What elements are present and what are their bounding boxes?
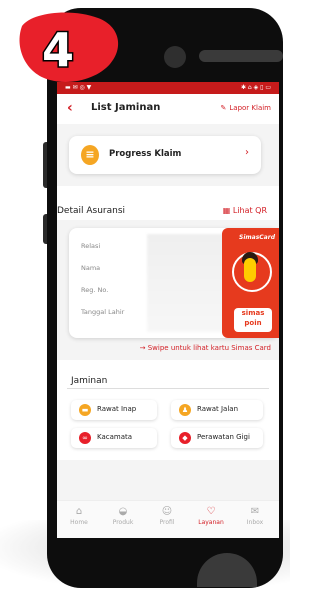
- nav-inbox-label: Inbox: [246, 519, 264, 526]
- home-icon: ⌂: [75, 506, 83, 517]
- step-number: 4: [42, 23, 74, 77]
- front-camera: [164, 46, 186, 68]
- bed-icon: ▬: [79, 404, 91, 416]
- jaminan-perawatan-gigi[interactable]: ◆ Perawatan Gigi: [171, 428, 263, 448]
- lapor-klaim-link[interactable]: ✎ Lapor Klaim: [221, 104, 271, 112]
- user-icon: ☺: [161, 506, 173, 517]
- nav-produk-label: Produk: [112, 519, 134, 526]
- bottom-nav: ⌂ Home ◒ Produk ☺ Profil ♡ Layanan ✉ Inb…: [57, 500, 279, 538]
- simas-poin-logo: simas poin: [234, 308, 272, 332]
- tooth-icon: ◆: [179, 432, 191, 444]
- redacted-values: [147, 234, 227, 332]
- nav-home-label: Home: [70, 519, 88, 526]
- mail-icon: ✉: [250, 506, 260, 517]
- simas-logo-line2: poin: [244, 319, 262, 327]
- lihat-qr-label: Lihat QR: [232, 206, 267, 215]
- simas-logo-line1: simas: [241, 309, 265, 317]
- side-button-lower: [43, 214, 47, 244]
- perawatan-gigi-label: Perawatan Gigi: [197, 433, 250, 441]
- nav-layanan[interactable]: ♡ Layanan: [189, 505, 233, 526]
- field-relasi-label: Relasi: [81, 242, 101, 250]
- home-hardware-button[interactable]: [197, 553, 257, 587]
- walk-icon: ♟: [179, 404, 191, 416]
- field-nama-label: Nama: [81, 264, 101, 272]
- heart-shield-icon: ♡: [206, 506, 216, 517]
- simas-card-brand: SimasCard: [239, 234, 275, 241]
- detail-asuransi-title: Detail Asuransi: [57, 206, 126, 216]
- step-badge: 4: [19, 12, 119, 83]
- status-left-icons: ▬ ✉ ◎ ▼: [65, 84, 92, 91]
- nav-produk[interactable]: ◒ Produk: [101, 505, 145, 526]
- nav-home[interactable]: ⌂ Home: [57, 505, 101, 526]
- kacamata-label: Kacamata: [97, 433, 133, 441]
- rawat-inap-label: Rawat Inap: [97, 405, 137, 413]
- progress-klaim-button[interactable]: ≡ Progress Klaim ›: [69, 136, 261, 174]
- status-bar: ▬ ✉ ◎ ▼ ✱ ⌂ ◈ ▯ ▭: [57, 82, 279, 94]
- progress-klaim-label: Progress Klaim: [109, 149, 182, 159]
- chevron-right-icon: ›: [245, 147, 249, 158]
- mascot-body: [244, 258, 256, 282]
- nav-inbox[interactable]: ✉ Inbox: [233, 505, 277, 526]
- field-tanggal-lahir-label: Tanggal Lahir: [81, 308, 125, 316]
- back-chevron-icon[interactable]: ‹: [67, 100, 73, 116]
- simas-card[interactable]: SimasCard simas poin: [222, 228, 279, 338]
- page-title: List Jaminan: [91, 102, 161, 113]
- swipe-hint: → Swipe untuk lihat kartu Simas Card: [139, 344, 271, 352]
- jaminan-rawat-inap[interactable]: ▬ Rawat Inap: [71, 400, 157, 420]
- document-icon: ≡: [81, 145, 99, 165]
- lihat-qr-link[interactable]: ▦ Lihat QR: [223, 206, 267, 215]
- nav-profil-label: Profil: [159, 519, 175, 526]
- insurance-card[interactable]: Relasi Nama Reg. No. Tanggal Lahir Simas…: [69, 228, 279, 338]
- nav-layanan-label: Layanan: [198, 519, 224, 526]
- lapor-klaim-label: Lapor Klaim: [229, 104, 271, 112]
- nav-profil[interactable]: ☺ Profil: [145, 505, 189, 526]
- bag-icon: ◒: [118, 506, 128, 517]
- jaminan-rawat-jalan[interactable]: ♟ Rawat Jalan: [171, 400, 263, 420]
- app-screen: ▬ ✉ ◎ ▼ ✱ ⌂ ◈ ▯ ▭ ‹ List Jaminan ✎ Lapor …: [57, 82, 279, 538]
- jaminan-divider: [67, 388, 269, 389]
- qr-icon: ▦: [222, 206, 233, 215]
- lower-band: [57, 460, 279, 500]
- pencil-icon: ✎: [220, 104, 227, 112]
- rawat-jalan-label: Rawat Jalan: [197, 405, 239, 413]
- jaminan-title: Jaminan: [71, 376, 108, 386]
- field-regno-label: Reg. No.: [81, 286, 109, 294]
- glasses-icon: ∞: [79, 432, 91, 444]
- app-header: ‹ List Jaminan ✎ Lapor Klaim: [57, 94, 279, 125]
- status-right-icons: ✱ ⌂ ◈ ▯ ▭: [240, 84, 271, 91]
- speaker-grill: [199, 50, 283, 62]
- jaminan-kacamata[interactable]: ∞ Kacamata: [71, 428, 157, 448]
- side-button-upper: [43, 142, 47, 188]
